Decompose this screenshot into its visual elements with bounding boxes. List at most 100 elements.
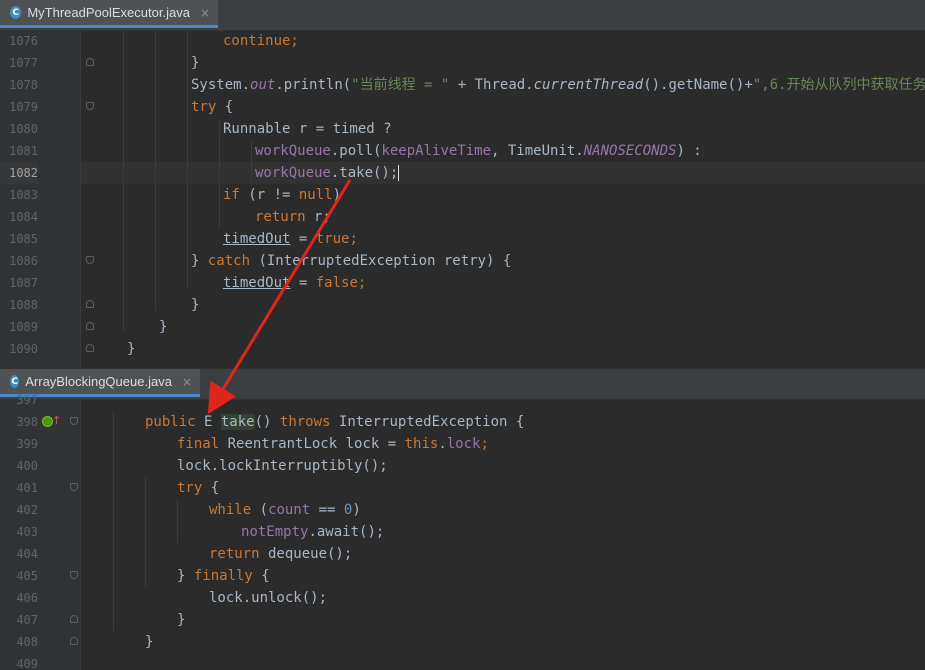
code-token: NANOSECONDS [583, 143, 677, 159]
line-number: 1083 [9, 188, 38, 202]
code-text: lock.lockInterruptibly(); [177, 455, 388, 477]
java-class-icon: C [10, 6, 22, 19]
fold-close-icon[interactable] [70, 637, 78, 645]
code-token: .await(); [308, 524, 385, 540]
close-icon[interactable]: × [200, 6, 210, 20]
code-text: } [127, 338, 135, 360]
override-arrow-icon[interactable]: ↑ [52, 414, 61, 427]
close-icon[interactable]: × [182, 375, 192, 389]
code-token: } [159, 319, 168, 335]
code-area[interactable]: if (r != null) [81, 184, 925, 206]
line-number: 1090 [9, 342, 38, 356]
fold-open-icon[interactable] [70, 571, 78, 579]
fold-close-icon[interactable] [70, 615, 78, 623]
code-line[interactable]: 407} [0, 609, 925, 631]
code-area[interactable]: continue; [81, 30, 925, 52]
code-line[interactable]: 1078 System.out.println("当前线程 = " + Threa… [0, 74, 925, 96]
fold-open-icon[interactable] [70, 483, 78, 491]
code-token: E [195, 414, 221, 430]
code-line[interactable]: 402 while (count == 0) [0, 499, 925, 521]
code-line[interactable]: 1081 workQueue.poll(keepAliveTime, TimeUn… [0, 140, 925, 162]
code-area[interactable]: workQueue.take(); [81, 162, 925, 184]
code-area[interactable]: } [81, 52, 925, 74]
code-token: timedOut [223, 231, 291, 247]
code-area[interactable]: return dequeue(); [81, 543, 925, 565]
code-line[interactable]: 409 [0, 653, 925, 670]
code-line[interactable]: 399 final ReentrantLock lock = this.lock; [0, 433, 925, 455]
tab-mythreadpoolexecutor[interactable]: C MyThreadPoolExecutor.java × [0, 0, 218, 28]
code-token: false [315, 275, 358, 291]
code-text: } catch (InterruptedException retry) { [191, 250, 511, 272]
code-line[interactable]: 405} finally { [0, 565, 925, 587]
code-editor-bottom[interactable]: 397 398 ↑ public E take() throws Interrupte… [0, 393, 925, 670]
code-text: continue; [223, 30, 299, 52]
code-line[interactable]: 406 lock.unlock(); [0, 587, 925, 609]
code-token: return [255, 209, 306, 225]
code-editor-top[interactable]: 1076 continue; 1077} 1078 System.out.println… [0, 31, 925, 368]
indent-guide [251, 141, 252, 185]
code-area[interactable] [81, 389, 925, 411]
code-line[interactable]: 398 ↑ public E take() throws InterruptedEx… [0, 411, 925, 433]
code-line[interactable]: 1076 continue; [0, 30, 925, 52]
code-token: throws [279, 414, 331, 430]
code-line[interactable]: 1085 timedOut = true; [0, 228, 925, 250]
line-number: 1084 [9, 210, 38, 224]
code-line[interactable]: 401 try { [0, 477, 925, 499]
code-token: lock [446, 436, 481, 452]
code-area[interactable]: final ReentrantLock lock = this.lock; [81, 433, 925, 455]
code-line[interactable]: 1086} catch (InterruptedException retry)… [0, 250, 925, 272]
code-line[interactable]: 404 return dequeue(); [0, 543, 925, 565]
code-area[interactable]: timedOut = true; [81, 228, 925, 250]
code-area[interactable]: try { [81, 96, 925, 118]
code-area[interactable]: return r; [81, 206, 925, 228]
code-token: Runnable r = timed ? [223, 121, 392, 137]
code-text: } [159, 316, 167, 338]
code-line[interactable]: 1089} [0, 316, 925, 338]
code-area[interactable]: Runnable r = timed ? [81, 118, 925, 140]
code-line[interactable]: 1080 Runnable r = timed ? [0, 118, 925, 140]
code-line[interactable]: 1079 try { [0, 96, 925, 118]
code-area[interactable]: try { [81, 477, 925, 499]
fold-open-icon[interactable] [70, 417, 78, 425]
code-area[interactable]: lock.lockInterruptibly(); [81, 455, 925, 477]
code-area[interactable]: } [81, 609, 925, 631]
line-number: 408 [16, 635, 38, 649]
code-token: == [310, 502, 344, 518]
code-line[interactable]: 1084 return r; [0, 206, 925, 228]
code-token: (InterruptedException retry) { [250, 253, 512, 269]
code-line[interactable]: 1087 timedOut = false; [0, 272, 925, 294]
code-area[interactable]: while (count == 0) [81, 499, 925, 521]
code-line[interactable]: 397 [0, 389, 925, 411]
code-line[interactable]: 400 lock.lockInterruptibly(); [0, 455, 925, 477]
code-line[interactable]: 408} [0, 631, 925, 653]
line-number: 1077 [9, 56, 38, 70]
code-line[interactable]: 1077} [0, 52, 925, 74]
code-line[interactable]: 1083 if (r != null) [0, 184, 925, 206]
code-area[interactable]: } [81, 294, 925, 316]
code-area[interactable]: lock.unlock(); [81, 587, 925, 609]
code-area[interactable]: } catch (InterruptedException retry) { [81, 250, 925, 272]
code-area[interactable]: System.out.println("当前线程 = " + Thread.cu… [81, 74, 925, 96]
code-token: null [298, 187, 333, 203]
code-line[interactable]: 1082 workQueue.take(); [0, 162, 925, 184]
line-number: 397 [16, 393, 38, 407]
code-area[interactable]: public E take() throws InterruptedExcept… [81, 411, 925, 433]
code-area[interactable]: notEmpty.await(); [81, 521, 925, 543]
code-text: } [191, 294, 199, 316]
code-text: } [145, 631, 153, 653]
code-area[interactable]: timedOut = false; [81, 272, 925, 294]
code-area[interactable]: } [81, 338, 925, 360]
code-line[interactable]: 403 notEmpty.await(); [0, 521, 925, 543]
code-line[interactable]: 1088} [0, 294, 925, 316]
code-text: try { [177, 477, 219, 499]
code-area[interactable]: } [81, 316, 925, 338]
tab-label: ArrayBlockingQueue.java [25, 374, 172, 389]
code-area[interactable]: } [81, 631, 925, 653]
code-text: public E take() throws InterruptedExcept… [145, 411, 524, 433]
code-area[interactable] [81, 653, 925, 670]
code-area[interactable]: workQueue.poll(keepAliveTime, TimeUnit.N… [81, 140, 925, 162]
editor-pane-top: C MyThreadPoolExecutor.java × 1076 contin… [0, 0, 925, 368]
code-line[interactable]: 1090} [0, 338, 925, 360]
code-token: = [290, 275, 316, 291]
code-area[interactable]: } finally { [81, 565, 925, 587]
